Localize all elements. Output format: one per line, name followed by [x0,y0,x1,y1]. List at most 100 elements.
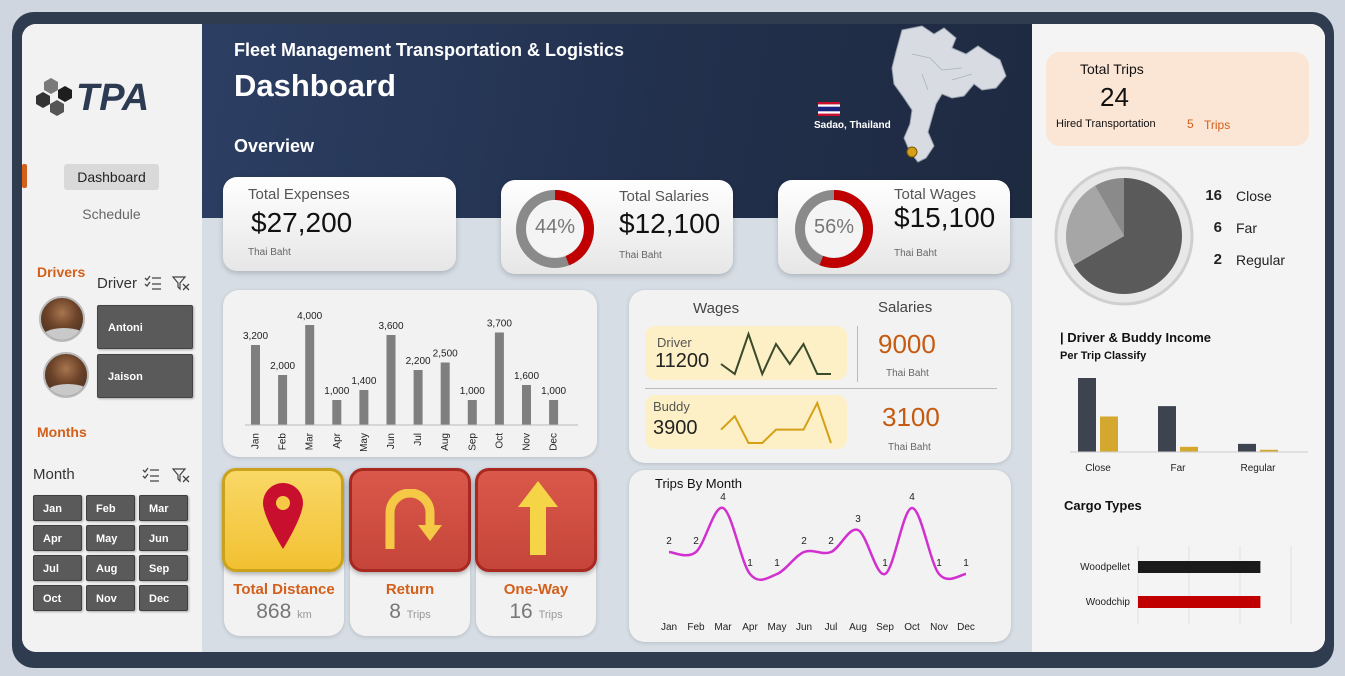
return-button[interactable] [349,468,471,572]
total-trips-title: Total Trips [1080,61,1144,77]
multi-select-icon[interactable] [142,467,160,486]
divider [645,388,997,389]
total-trips-value: 24 [1100,82,1129,112]
kpi-title: Total Salaries [619,188,710,205]
line-data-label: 2 [666,536,672,547]
buddy-label: Buddy [653,399,690,414]
sparkline-path [720,330,831,377]
bar-oct [494,332,504,425]
kpi-title: Total Expenses [248,186,350,203]
x-tick-label: Nov [522,433,533,451]
cargo-types-chart: WoodpelletWoodchip051015 [1080,546,1292,624]
month-item-aug[interactable]: Aug [86,555,135,581]
x-tick-label: Mar [714,622,732,633]
driver-salary-value: 9000 [878,329,936,359]
driver-wage-box: Driver 11200 [645,326,847,380]
month-item-oct[interactable]: Oct [33,585,82,611]
nav-active-indicator [22,164,27,188]
line-data-label: 1 [936,558,942,569]
bar-nov [522,385,531,425]
month-item-sep[interactable]: Sep [139,555,188,581]
month-item-nov[interactable]: Nov [86,585,135,611]
legend-label: Close [1236,188,1272,204]
distance-class-pie [1054,166,1194,306]
driver-label: Driver [657,335,692,350]
wages-header: Wages [693,300,740,317]
trips-line [668,506,967,582]
trips-by-month-card: Trips By Month 2 Jan 2 Feb 4 Mar 1 Apr 1 May 2 Jun 2 J… [629,470,1011,642]
drivers-section-title: Drivers [37,264,86,280]
clear-filter-icon[interactable] [171,467,190,486]
x-tick-label: Mar [305,432,316,450]
month-item-jul[interactable]: Jul [33,555,82,581]
total-distance-button[interactable] [222,468,344,572]
income-chart-subtitle: Per Trip Classify [1060,350,1147,362]
driver-item[interactable]: Jaison [97,354,193,398]
x-tick-label: Apr [332,432,343,448]
driver-wage-sparkline [720,330,831,377]
line-data-label: 2 [828,536,834,547]
x-tick-label: Apr [742,622,758,633]
line-data-label: 4 [720,492,726,503]
month-item-jun[interactable]: Jun [139,525,188,551]
nav-schedule-button[interactable]: Schedule [64,202,159,226]
bar-mar [305,325,315,425]
month-item-dec[interactable]: Dec [139,585,188,611]
driver-item[interactable]: Antoni [97,305,193,349]
cargo-bar-woodpellet [1138,561,1261,573]
dashboard-canvas: TPA Dashboard Schedule Drivers Driver An… [22,24,1325,652]
month-item-feb[interactable]: Feb [86,495,135,521]
monthly-expenses-chart-card: 3,200 Jan 2,000 Feb 4,000 Mar 1,000 Apr 1,400 May… [223,290,597,457]
trips-by-month-chart: Trips By Month 2 Jan 2 Feb 4 Mar 1 Apr 1 May 2 Jun 2 J… [655,476,975,633]
one-way-label: One-Way [503,581,569,598]
donut-percent: 56% [813,216,855,238]
month-item-apr[interactable]: Apr [33,525,82,551]
one-way-button[interactable] [475,468,597,572]
line-data-label: 2 [693,536,699,547]
x-tick-label: Feb [278,433,289,451]
x-tick-label: Sep [467,433,478,451]
salaries-header: Salaries [878,299,933,316]
total-distance-label: Total Distance [233,581,335,598]
month-item-jan[interactable]: Jan [33,495,82,521]
x-tick-label: Jun [386,433,397,449]
month-item-mar[interactable]: Mar [139,495,188,521]
right-panel: Total Trips 24 Hired Transportation 5 Tr… [1032,24,1325,652]
kpi-value: $12,100 [619,208,721,239]
x-tick-label: Sep [876,622,894,633]
legend-count: 2 [1213,251,1222,268]
one-way-value: 16 Trips [509,600,563,623]
location-label: Sadao, Thailand [814,120,891,131]
x-tick-label: Dec [549,433,560,451]
kpi-value: $15,100 [894,202,996,233]
line-data-label: 1 [963,558,969,569]
driver-slicer-label: Driver [97,275,137,292]
line-data-label: 4 [909,492,915,503]
clear-filter-icon[interactable] [171,275,190,294]
tpa-logo: TPA [34,70,194,120]
monthly-expenses-chart: 3,200 Jan 2,000 Feb 4,000 Mar 1,000 Apr 1,400 May… [243,311,578,452]
buddy-wage-value: 3900 [653,417,698,439]
month-item-may[interactable]: May [86,525,135,551]
bar-data-label: 1,400 [351,376,376,387]
bar-data-label: 1,000 [460,386,485,397]
x-tick-label: Nov [930,622,948,633]
x-tick-label: Jul [413,433,424,446]
thailand-map [882,24,1032,174]
income-chart-title: | Driver & Buddy Income [1060,330,1212,345]
kpi-unit: Thai Baht [894,248,937,259]
multi-select-icon[interactable] [144,275,162,294]
cargo-bar-woodchip [1138,596,1261,608]
bar-feb [278,375,288,425]
hired-transport-label: Hired Transportation [1056,118,1156,130]
bar-sep [467,400,477,425]
x-tick-label: Feb [687,622,705,633]
nav-dashboard-button[interactable]: Dashboard [64,164,159,190]
income-bar [1078,378,1096,452]
x-tick-label: Regular [1240,463,1276,474]
bar-apr [332,400,342,425]
bar-data-label: 2,200 [406,356,431,367]
line-data-label: 1 [747,558,753,569]
income-bar [1180,446,1198,452]
x-tick-label: Aug [849,622,867,633]
